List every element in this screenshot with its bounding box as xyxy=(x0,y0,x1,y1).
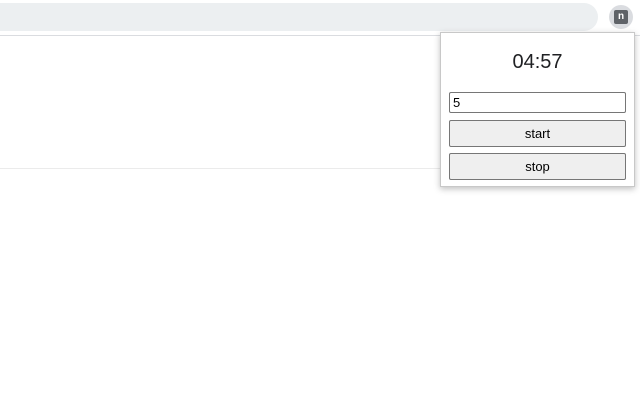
content-divider xyxy=(0,168,440,169)
address-bar[interactable] xyxy=(0,3,598,31)
start-button[interactable]: start xyxy=(449,120,626,147)
extension-icon: n xyxy=(614,10,628,24)
minutes-input[interactable] xyxy=(449,92,626,113)
timer-display: 04:57 xyxy=(512,51,563,73)
extension-popup: 04:57 start stop xyxy=(440,32,635,187)
browser-window: n 04:57 start stop xyxy=(0,0,640,400)
extension-button[interactable]: n xyxy=(609,5,633,29)
browser-toolbar: n xyxy=(0,0,640,34)
stop-button[interactable]: stop xyxy=(449,153,626,180)
